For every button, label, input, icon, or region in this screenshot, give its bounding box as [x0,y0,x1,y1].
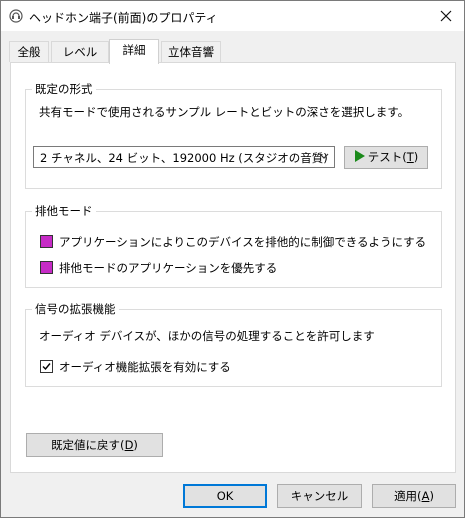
restore-defaults-suffix: ) [133,438,138,452]
tab-label: レベル [62,45,98,59]
chevron-down-icon [319,153,329,159]
default-format-description: 共有モードで使用されるサンプル レートとビットの深さを選択します。 [39,105,410,119]
tab-label: 立体音響 [168,45,214,59]
test-button-accesskey: T [406,150,414,164]
enable-enhancements-checkbox[interactable] [40,360,53,373]
tab-levels[interactable]: レベル [51,41,109,62]
format-selected-value: 2 チャネル、24 ビット、192000 Hz (スタジオの音質) [40,151,328,165]
apply-suffix: ) [429,489,434,503]
format-select[interactable]: 2 チャネル、24 ビット、192000 Hz (スタジオの音質) [33,146,335,168]
cancel-button[interactable]: キャンセル [277,484,362,508]
tab-advanced[interactable]: 詳細 [109,39,159,64]
allow-exclusive-checkbox[interactable] [40,235,53,248]
properties-window: ヘッドホン端子(前面)のプロパティ 全般 レベル 詳細 立体音響 既定の形式 共… [0,0,465,518]
tab-label: 全般 [17,45,41,59]
checkmark-icon [42,363,51,371]
test-button[interactable]: テスト(T) [344,146,428,169]
apply-button[interactable]: 適用(A) [372,484,456,508]
speaker-icon [9,9,23,23]
close-button[interactable] [428,1,464,31]
ok-button[interactable]: OK [183,484,267,508]
tab-label: 詳細 [122,43,146,57]
title-bar: ヘッドホン端子(前面)のプロパティ [1,1,464,31]
group-title: 信号の拡張機能 [32,301,119,317]
test-button-label: テスト( [367,150,407,164]
tab-general[interactable]: 全般 [9,41,49,62]
test-button-suffix: ) [413,150,419,164]
close-icon [440,10,452,22]
apply-label: 適用( [394,489,422,503]
exclusive-priority-label: 排他モードのアプリケーションを優先する [59,261,278,275]
restore-defaults-button[interactable]: 既定値に戻す(D) [26,433,163,457]
group-title: 排他モード [32,203,96,219]
enable-enhancements-label: オーディオ機能拡張を有効にする [59,360,231,374]
cancel-label: キャンセル [290,489,349,503]
play-icon [354,150,365,162]
restore-defaults-label: 既定値に戻す( [51,438,125,452]
ok-label: OK [216,489,234,503]
group-title: 既定の形式 [32,81,96,97]
exclusive-priority-checkbox[interactable] [40,261,53,274]
window-title: ヘッドホン端子(前面)のプロパティ [29,11,218,25]
signal-enhancements-group: 信号の拡張機能 [25,301,442,387]
signal-enhancements-description: オーディオ デバイスが、ほかの信号の処理することを許可します [39,329,375,343]
tab-spatial-sound[interactable]: 立体音響 [161,41,221,62]
allow-exclusive-label: アプリケーションによりこのデバイスを排他的に制御できるようにする [59,235,427,249]
